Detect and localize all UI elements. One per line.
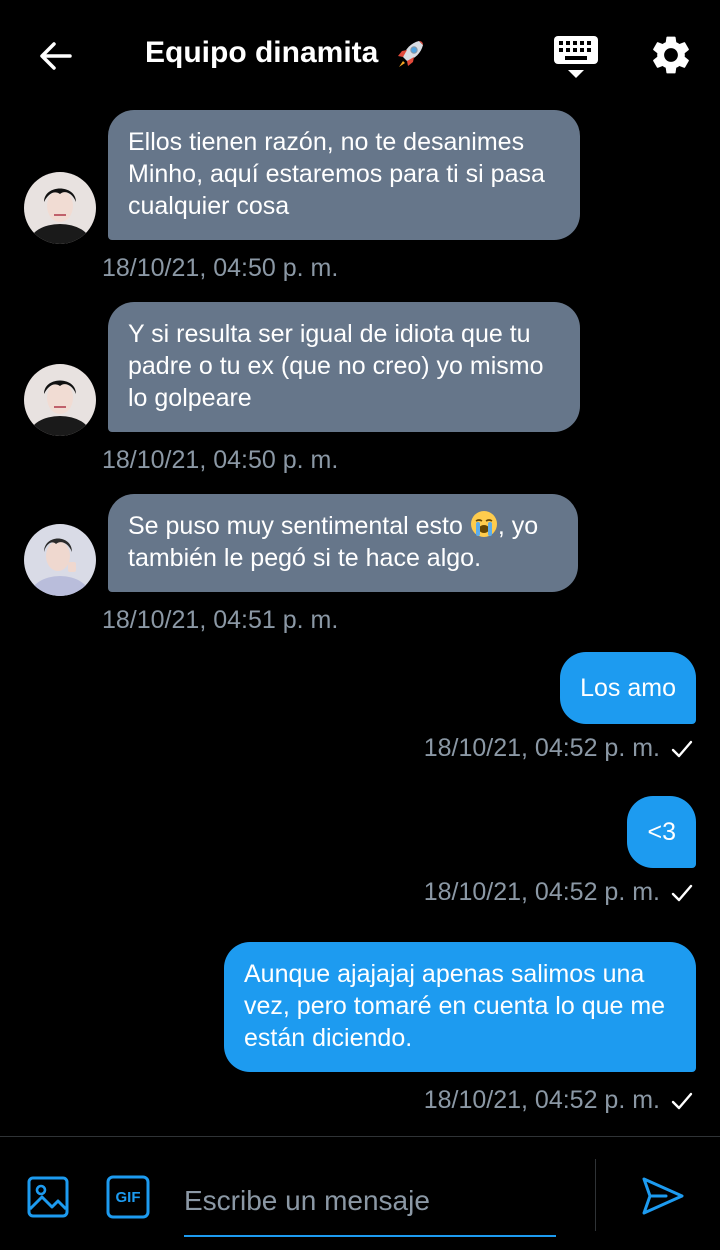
message-bubble-outgoing[interactable]: Los amo — [560, 652, 696, 724]
message-bubble-incoming[interactable]: Y si resulta ser igual de idiota que tu … — [108, 302, 580, 432]
message-bubble-outgoing[interactable]: <3 — [627, 796, 696, 868]
message-timestamp-row: 18/10/21, 04:52 p. m. — [424, 878, 694, 907]
message-text: Aunque ajajajaj apenas salimos una vez, … — [244, 960, 666, 1052]
keyboard-icon — [554, 36, 598, 78]
message-timestamp-row: 18/10/21, 04:52 p. m. — [424, 1086, 694, 1115]
message-bubble-incoming[interactable]: Se puso muy sentimental esto , yo tambié… — [108, 494, 578, 592]
rocket-emoji-icon — [397, 41, 423, 68]
message-timestamp: 18/10/21, 04:52 p. m. — [423, 734, 660, 762]
message-composer: GIF — [0, 1136, 720, 1250]
message-text: <3 — [647, 818, 676, 846]
add-image-button[interactable] — [26, 1175, 70, 1219]
add-gif-button[interactable]: GIF — [106, 1175, 150, 1219]
avatar-photo-icon — [24, 364, 96, 436]
chat-header: Equipo dinamita — [0, 0, 720, 110]
message-text: Ellos tienen razón, no te desanimes Minh… — [128, 128, 545, 220]
back-arrow-icon — [40, 42, 72, 70]
avatar-photo-icon — [24, 172, 96, 244]
gif-label: GIF — [115, 1188, 141, 1206]
sent-check-icon — [671, 884, 693, 901]
image-icon — [27, 1176, 69, 1218]
avatar[interactable] — [24, 172, 96, 244]
conversation-title-text: Equipo dinamita — [145, 36, 379, 69]
message-timestamp: 18/10/21, 04:52 p. m. — [423, 1086, 660, 1114]
back-button[interactable] — [30, 30, 82, 82]
message-text-part-1: Se puso muy sentimental esto — [128, 512, 470, 540]
loudly-crying-face-emoji-icon — [470, 511, 497, 537]
settings-button[interactable] — [648, 32, 694, 78]
sent-check-icon — [671, 740, 693, 757]
message-text: Los amo — [580, 674, 676, 702]
message-text: Y si resulta ser igual de idiota que tu … — [128, 320, 544, 412]
avatar[interactable] — [24, 524, 96, 596]
message-timestamp: 18/10/21, 04:52 p. m. — [423, 878, 660, 906]
message-timestamp-row: 18/10/21, 04:52 p. m. — [424, 734, 694, 763]
avatar[interactable] — [24, 364, 96, 436]
composer-divider — [595, 1159, 596, 1231]
sent-check-icon — [671, 1092, 693, 1109]
conversation-title: Equipo dinamita — [145, 36, 427, 71]
message-bubble-incoming[interactable]: Ellos tienen razón, no te desanimes Minh… — [108, 110, 580, 240]
message-timestamp: 18/10/21, 04:50 p. m. — [102, 254, 339, 282]
message-input[interactable] — [184, 1167, 556, 1237]
send-icon — [642, 1177, 684, 1215]
message-timestamp: 18/10/21, 04:51 p. m. — [102, 606, 339, 634]
send-button[interactable] — [640, 1173, 686, 1219]
message-timestamp: 18/10/21, 04:50 p. m. — [102, 446, 339, 474]
avatar-photo-icon — [24, 524, 96, 596]
gear-icon — [653, 36, 689, 74]
message-bubble-outgoing[interactable]: Aunque ajajajaj apenas salimos una vez, … — [224, 942, 696, 1072]
keyboard-button[interactable] — [552, 34, 600, 80]
